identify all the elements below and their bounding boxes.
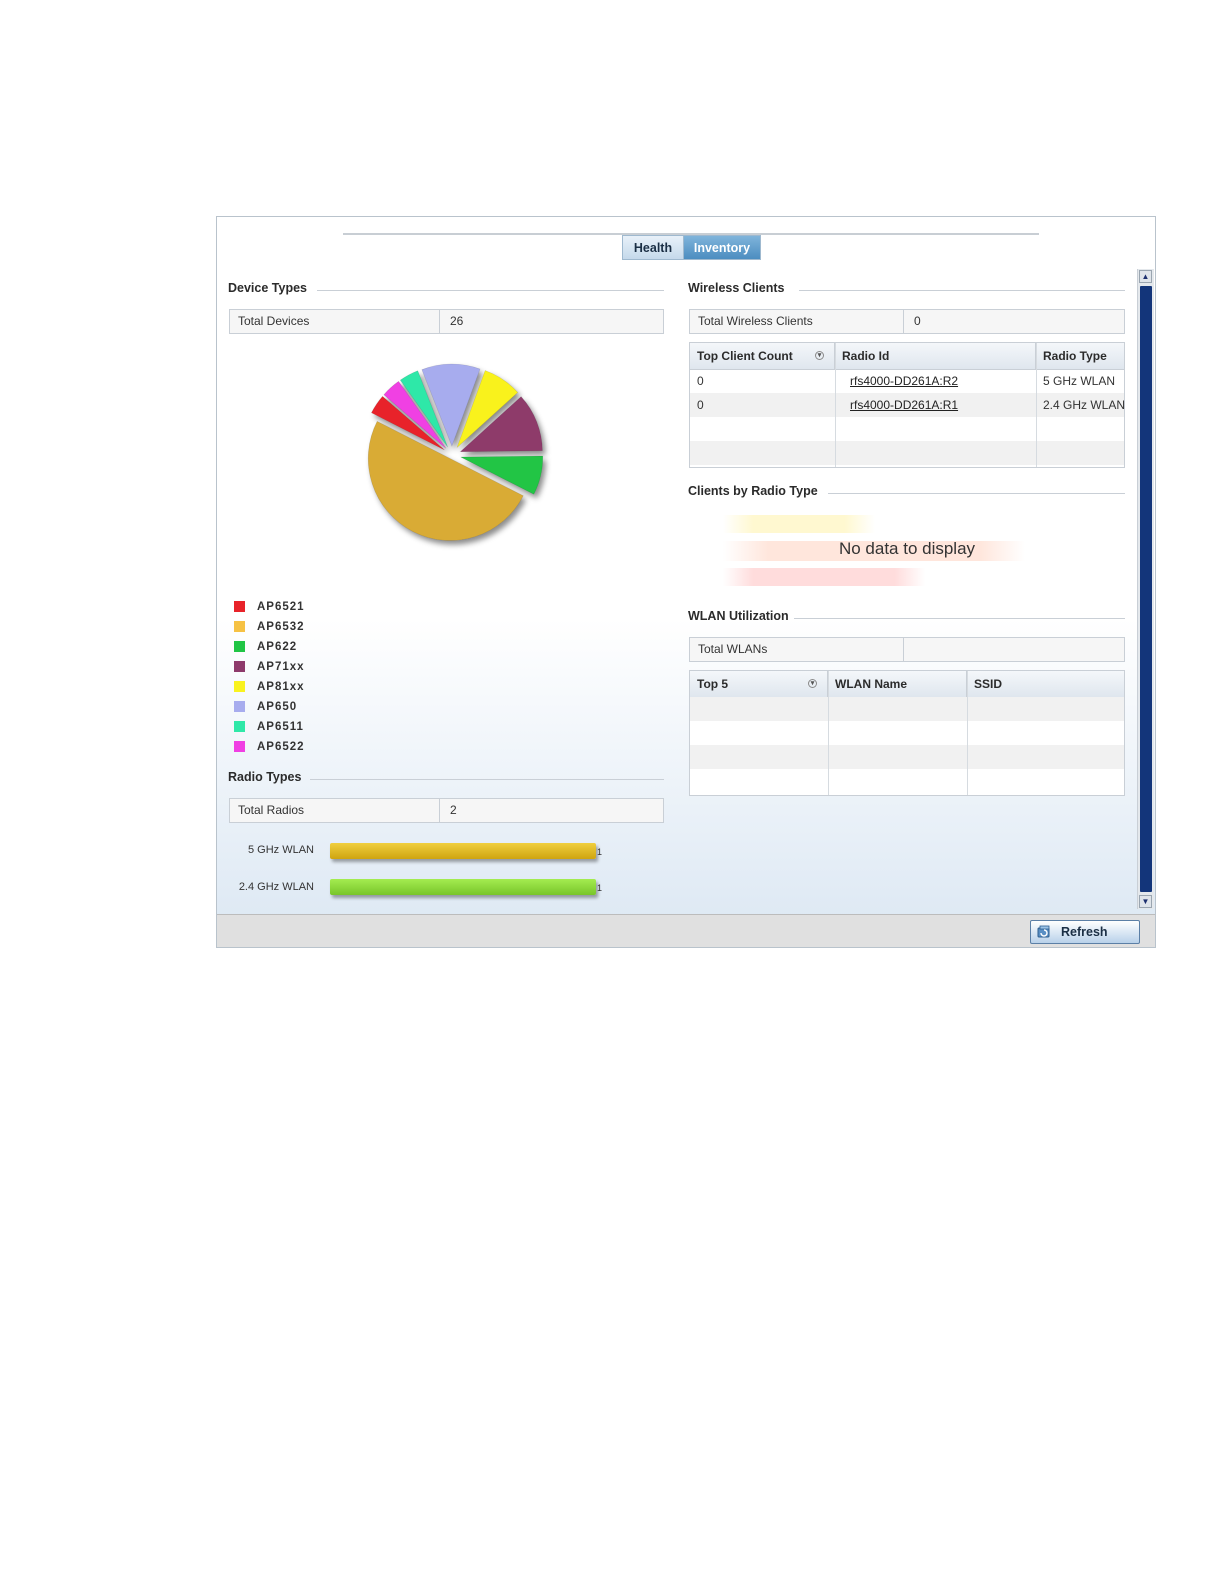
no-data-placeholder-band [723, 515, 875, 533]
total-devices-label: Total Devices [230, 310, 440, 333]
radio-id-link[interactable]: rfs4000-DD261A:R2 [835, 369, 1036, 393]
legend-label: AP622 [257, 641, 298, 653]
wlan-utilization-table: Top 5 ▾ WLAN Name SSID [689, 670, 1125, 796]
legend-swatch [234, 701, 245, 712]
table-row-empty [690, 721, 1124, 745]
bar-label-24ghz: 2.4 GHz WLAN [238, 881, 314, 893]
radio-types-title: Radio Types [228, 770, 302, 784]
clients-by-radio-type-title: Clients by Radio Type [688, 484, 818, 498]
no-data-placeholder-band [723, 568, 925, 586]
scroll-up-arrow-icon[interactable]: ▲ [1139, 270, 1152, 283]
top-client-count-cell: 0 [697, 398, 704, 412]
total-wlans-label: Total WLANs [690, 638, 904, 661]
legend-swatch [234, 601, 245, 612]
legend-label: AP650 [257, 701, 298, 713]
column-header-radio-type[interactable]: Radio Type [1036, 343, 1126, 369]
column-divider [1036, 343, 1037, 467]
sort-icon[interactable]: ▾ [808, 679, 817, 688]
table-row-empty [690, 769, 1124, 793]
legend-label: AP6521 [257, 601, 305, 613]
sort-icon[interactable]: ▾ [815, 351, 824, 360]
column-header-top-client-count[interactable]: Top Client Count ▾ [690, 343, 835, 369]
bar-5ghz [330, 843, 596, 859]
scroll-down-arrow-icon[interactable]: ▼ [1139, 895, 1152, 908]
radio-id-link[interactable]: rfs4000-DD261A:R1 [835, 393, 1036, 417]
legend-label: AP6532 [257, 621, 305, 633]
total-radios-value: 2 [450, 803, 457, 817]
top-client-count-cell: 0 [697, 374, 704, 388]
radio-types-rule [310, 779, 664, 780]
total-radios-label: Total Radios [230, 799, 440, 822]
device-types-rule [317, 290, 664, 291]
legend-swatch [234, 641, 245, 652]
legend-swatch [234, 621, 245, 632]
tab-inventory[interactable]: Inventory [683, 235, 761, 260]
bar-value-24ghz: 1 [597, 883, 603, 893]
column-header-wlan-name[interactable]: WLAN Name [828, 671, 967, 697]
wireless-clients-table: Top Client Count ▾ Radio Id Radio Type 0… [689, 342, 1125, 468]
total-wlans-box: Total WLANs [689, 637, 1125, 662]
table-header: Top 5 ▾ WLAN Name SSID [690, 671, 1124, 698]
legend-swatch [234, 741, 245, 752]
wlan-utilization-rule [794, 618, 1125, 619]
table-header: Top Client Count ▾ Radio Id Radio Type [690, 343, 1124, 370]
total-wlans-value [904, 638, 914, 661]
column-divider [828, 671, 829, 795]
bar-value-5ghz: 1 [597, 847, 603, 857]
total-radios-box: Total Radios 2 [229, 798, 664, 823]
device-types-pie-chart [367, 363, 544, 541]
total-devices-value: 26 [450, 314, 464, 328]
scrollbar-thumb[interactable] [1140, 286, 1152, 892]
bar-24ghz [330, 879, 596, 895]
total-devices-box: Total Devices 26 [229, 309, 664, 334]
table-row-empty [690, 745, 1124, 769]
legend-swatch [234, 721, 245, 732]
legend-label: AP71xx [257, 661, 305, 673]
table-row-empty [690, 441, 1124, 465]
radio-type-cell: 2.4 GHz WLAN [1043, 398, 1126, 412]
bar-label-5ghz: 5 GHz WLAN [247, 844, 314, 856]
total-wireless-clients-box: Total Wireless Clients 0 [689, 309, 1125, 334]
no-data-message: No data to display [838, 539, 976, 558]
column-header-ssid[interactable]: SSID [967, 671, 1126, 697]
radio-type-cell: 5 GHz WLAN [1043, 374, 1116, 388]
legend-swatch [234, 661, 245, 672]
table-row[interactable]: 0 rfs4000-DD261A:R1 2.4 GHz WLAN [690, 393, 1126, 417]
vertical-scrollbar[interactable]: ▲ ▼ [1137, 269, 1154, 909]
device-types-title: Device Types [228, 281, 307, 295]
refresh-icon [1037, 925, 1050, 938]
legend-swatch [234, 681, 245, 692]
footer-bar: Refresh [217, 914, 1155, 947]
legend-label: AP6511 [257, 721, 304, 733]
table-row[interactable]: 0 rfs4000-DD261A:R2 5 GHz WLAN [690, 369, 1124, 393]
column-header-top-5[interactable]: Top 5 ▾ [690, 671, 828, 697]
clients-by-radio-type-rule [828, 493, 1125, 494]
wlan-utilization-title: WLAN Utilization [688, 609, 789, 623]
column-divider [835, 343, 836, 467]
wireless-clients-title: Wireless Clients [688, 281, 785, 295]
wireless-clients-rule [799, 290, 1125, 291]
column-divider [967, 671, 968, 795]
total-wireless-clients-value: 0 [914, 314, 921, 328]
refresh-button[interactable]: Refresh [1030, 920, 1140, 944]
table-row-empty [690, 697, 1124, 721]
dashboard-panel: Health Inventory Device Types Total Devi… [216, 216, 1156, 948]
legend-label: AP6522 [257, 741, 305, 753]
column-header-radio-id[interactable]: Radio Id [835, 343, 1036, 369]
legend-label: AP81xx [257, 681, 305, 693]
total-wireless-clients-label: Total Wireless Clients [690, 310, 904, 333]
tab-health[interactable]: Health [622, 235, 684, 260]
table-row-empty [690, 417, 1124, 441]
